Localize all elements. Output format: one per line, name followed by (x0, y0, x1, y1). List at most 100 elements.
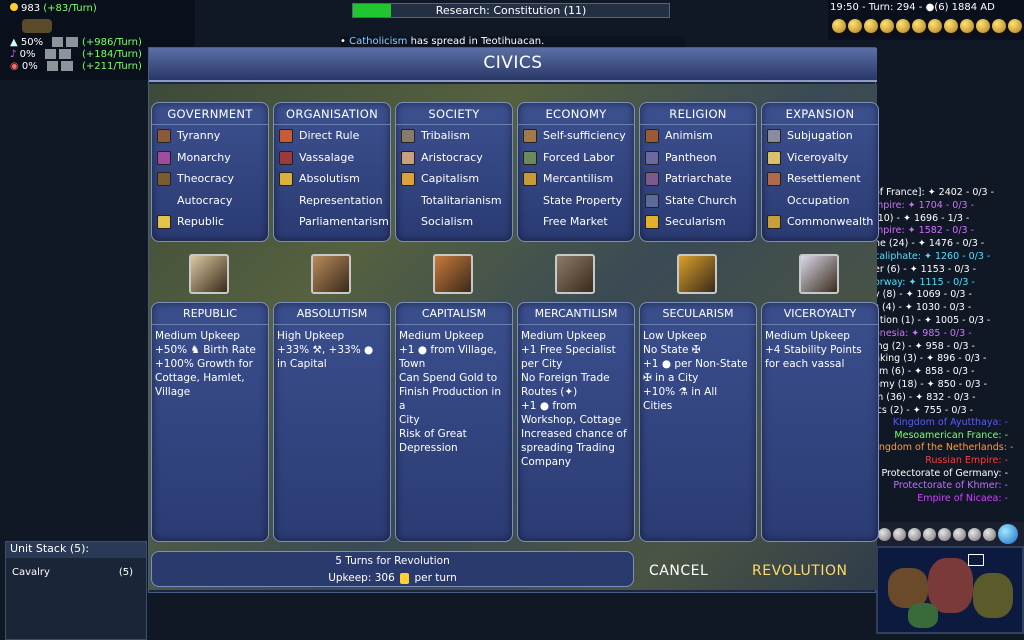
score-row[interactable]: mpire: ✦ 1704 - 0/3 - (874, 200, 1024, 213)
civic-effect-line: in Capital (277, 358, 327, 370)
score-row[interactable]: Mesoamerican France: - (870, 430, 1020, 443)
score-row[interactable]: of France]: ✦ 2402 - 0/3 - (874, 187, 1024, 200)
civic-option[interactable]: Patriarchate (640, 168, 756, 190)
revolution-button[interactable]: REVOLUTION (752, 563, 847, 579)
civic-option[interactable]: Tyranny (152, 125, 268, 147)
score-row[interactable]: (10) - ✦ 1696 - 1/3 - (874, 213, 1024, 226)
finance-advisor-icon[interactable] (848, 19, 862, 33)
civic-option[interactable]: Autocracy (152, 190, 268, 212)
minimap-mode-icon[interactable] (938, 528, 951, 541)
score-row[interactable]: nking (3) - ✦ 896 - 0/3 - (874, 353, 1024, 366)
menu-icon[interactable] (1008, 19, 1022, 33)
civic-option[interactable]: Forced Labor (518, 147, 634, 169)
civic-option[interactable]: Theocracy (152, 168, 268, 190)
score-row[interactable]: Kingdom of Ayutthaya: - (870, 417, 1020, 430)
civic-option[interactable]: Commonwealth (762, 211, 878, 233)
civic-option[interactable]: State Property (518, 190, 634, 212)
civic-option[interactable]: Parliamentarism (274, 211, 390, 233)
civic-option[interactable]: Self-sufficiency (518, 125, 634, 147)
civic-option[interactable]: Vassalage (274, 147, 390, 169)
minimap-mode-icon[interactable] (953, 528, 966, 541)
tribalism-icon (401, 129, 415, 143)
score-row[interactable]: ing (2) - ✦ 958 - 0/3 - (874, 341, 1024, 354)
score-row[interactable]: ation (1) - ✦ 1005 - 0/3 - (874, 315, 1024, 328)
civic-option[interactable]: Viceroyalty (762, 147, 878, 169)
self-sufficiency-icon (523, 129, 537, 143)
score-row[interactable]: caliphate: ✦ 1260 - 0/3 - (874, 251, 1024, 264)
score-row-text: mpire: ✦ 1582 - 0/3 - (874, 225, 975, 237)
score-row[interactable]: sm (6) - ✦ 858 - 0/3 - (874, 366, 1024, 379)
score-row[interactable]: m (36) - ✦ 832 - 0/3 - (874, 392, 1024, 405)
civic-effect-line: +1 ● from (521, 400, 577, 412)
civic-option[interactable]: Capitalism (396, 168, 512, 190)
religion-advisor-icon[interactable] (928, 19, 942, 33)
minimap-mode-icon[interactable] (983, 528, 996, 541)
score-row-text: caliphate: ✦ 1260 - 0/3 - (874, 250, 991, 262)
civic-option[interactable]: Absolutism (274, 168, 390, 190)
score-row[interactable]: ne (24) - ✦ 1476 - 0/3 - (874, 238, 1024, 251)
score-row[interactable]: s (4) - ✦ 1030 - 0/3 - (874, 302, 1024, 315)
civic-category-government: GOVERNMENT Tyranny Monarchy Theocracy Autocr… (151, 102, 269, 242)
civic-option[interactable]: Occupation (762, 190, 878, 212)
score-row[interactable]: orway: ✦ 1115 - 0/3 - (874, 277, 1024, 290)
tech-advisor-icon[interactable] (912, 19, 926, 33)
foreign-advisor-icon[interactable] (880, 19, 894, 33)
science-rate-buttons[interactable] (52, 37, 79, 47)
score-row[interactable]: Russian Empire: - (870, 455, 1020, 468)
score-row[interactable]: onesia: ✦ 985 - 0/3 - (874, 328, 1024, 341)
score-row[interactable]: Empire of Nicaea: - (870, 493, 1020, 506)
civic-option[interactable]: Secularism (640, 211, 756, 233)
civic-option[interactable]: Resettlement (762, 168, 878, 190)
score-row-text: orway: ✦ 1115 - 0/3 - (874, 276, 975, 288)
score-row[interactable]: ics (2) - ✦ 755 - 0/3 - (874, 405, 1024, 418)
civic-option[interactable]: Direct Rule (274, 125, 390, 147)
score-row[interactable]: Protectorate of Khmer: - (870, 480, 1020, 493)
score-row[interactable]: er (6) - ✦ 1153 - 0/3 - (874, 264, 1024, 277)
score-row[interactable]: mpire: ✦ 1582 - 0/3 - (874, 225, 1024, 238)
advisor-tools-icon[interactable] (22, 19, 52, 33)
unit-stack-row[interactable]: Cavalry (5) (12, 567, 138, 578)
score-row-text: er (6) - ✦ 1153 - 0/3 - (874, 263, 977, 275)
civic-option[interactable]: Aristocracy (396, 147, 512, 169)
culture-rate-buttons[interactable] (44, 49, 71, 59)
civic-option-label: Absolutism (299, 172, 360, 185)
score-row[interactable]: y (8) - ✦ 1069 - 0/3 - (874, 289, 1024, 302)
espionage-advisor-icon[interactable] (992, 19, 1006, 33)
minimap-mode-icon[interactable] (878, 528, 891, 541)
civic-option[interactable]: Animism (640, 125, 756, 147)
civic-option[interactable]: Socialism (396, 211, 512, 233)
civic-option[interactable]: Pantheon (640, 147, 756, 169)
minimap[interactable] (876, 546, 1024, 634)
civic-effect-line: for each vassal (765, 358, 845, 370)
civic-option[interactable]: Subjugation (762, 125, 878, 147)
victory-advisor-icon[interactable] (960, 19, 974, 33)
minimap-mode-icon[interactable] (893, 528, 906, 541)
score-row[interactable]: omy (18) - ✦ 850 - 0/3 - (874, 379, 1024, 392)
civic-option[interactable]: State Church (640, 190, 756, 212)
corporation-advisor-icon[interactable] (944, 19, 958, 33)
military-advisor-icon[interactable] (896, 19, 910, 33)
civic-option[interactable]: Republic (152, 211, 268, 233)
civic-option[interactable]: Monarchy (152, 147, 268, 169)
civic-option[interactable]: Free Market (518, 211, 634, 233)
civic-option[interactable]: Representation (274, 190, 390, 212)
civic-option-label: Self-sufficiency (543, 129, 626, 142)
advisor-button-icon[interactable] (832, 19, 846, 33)
cancel-button[interactable]: CANCEL (649, 563, 708, 579)
message-highlight[interactable]: Catholicism (349, 36, 407, 47)
civic-option[interactable]: Totalitarianism (396, 190, 512, 212)
minimap-mode-icon[interactable] (923, 528, 936, 541)
gold-readout: 983 (+83/Turn) (10, 3, 97, 14)
minimap-mode-icon[interactable] (968, 528, 981, 541)
info-advisor-icon[interactable] (976, 19, 990, 33)
civics-advisor-icon[interactable] (864, 19, 878, 33)
score-row[interactable]: Kingdom of the Netherlands: - (870, 442, 1020, 455)
research-bar[interactable]: Research: Constitution (11) (352, 3, 670, 18)
globe-view-icon[interactable] (998, 524, 1018, 544)
espionage-rate-buttons[interactable] (46, 61, 73, 71)
minimap-mode-icon[interactable] (908, 528, 921, 541)
civic-option[interactable]: Tribalism (396, 125, 512, 147)
score-row[interactable]: Protectorate of Germany: - (870, 468, 1020, 481)
civic-option[interactable]: Mercantilism (518, 168, 634, 190)
state-church-icon (645, 193, 659, 208)
